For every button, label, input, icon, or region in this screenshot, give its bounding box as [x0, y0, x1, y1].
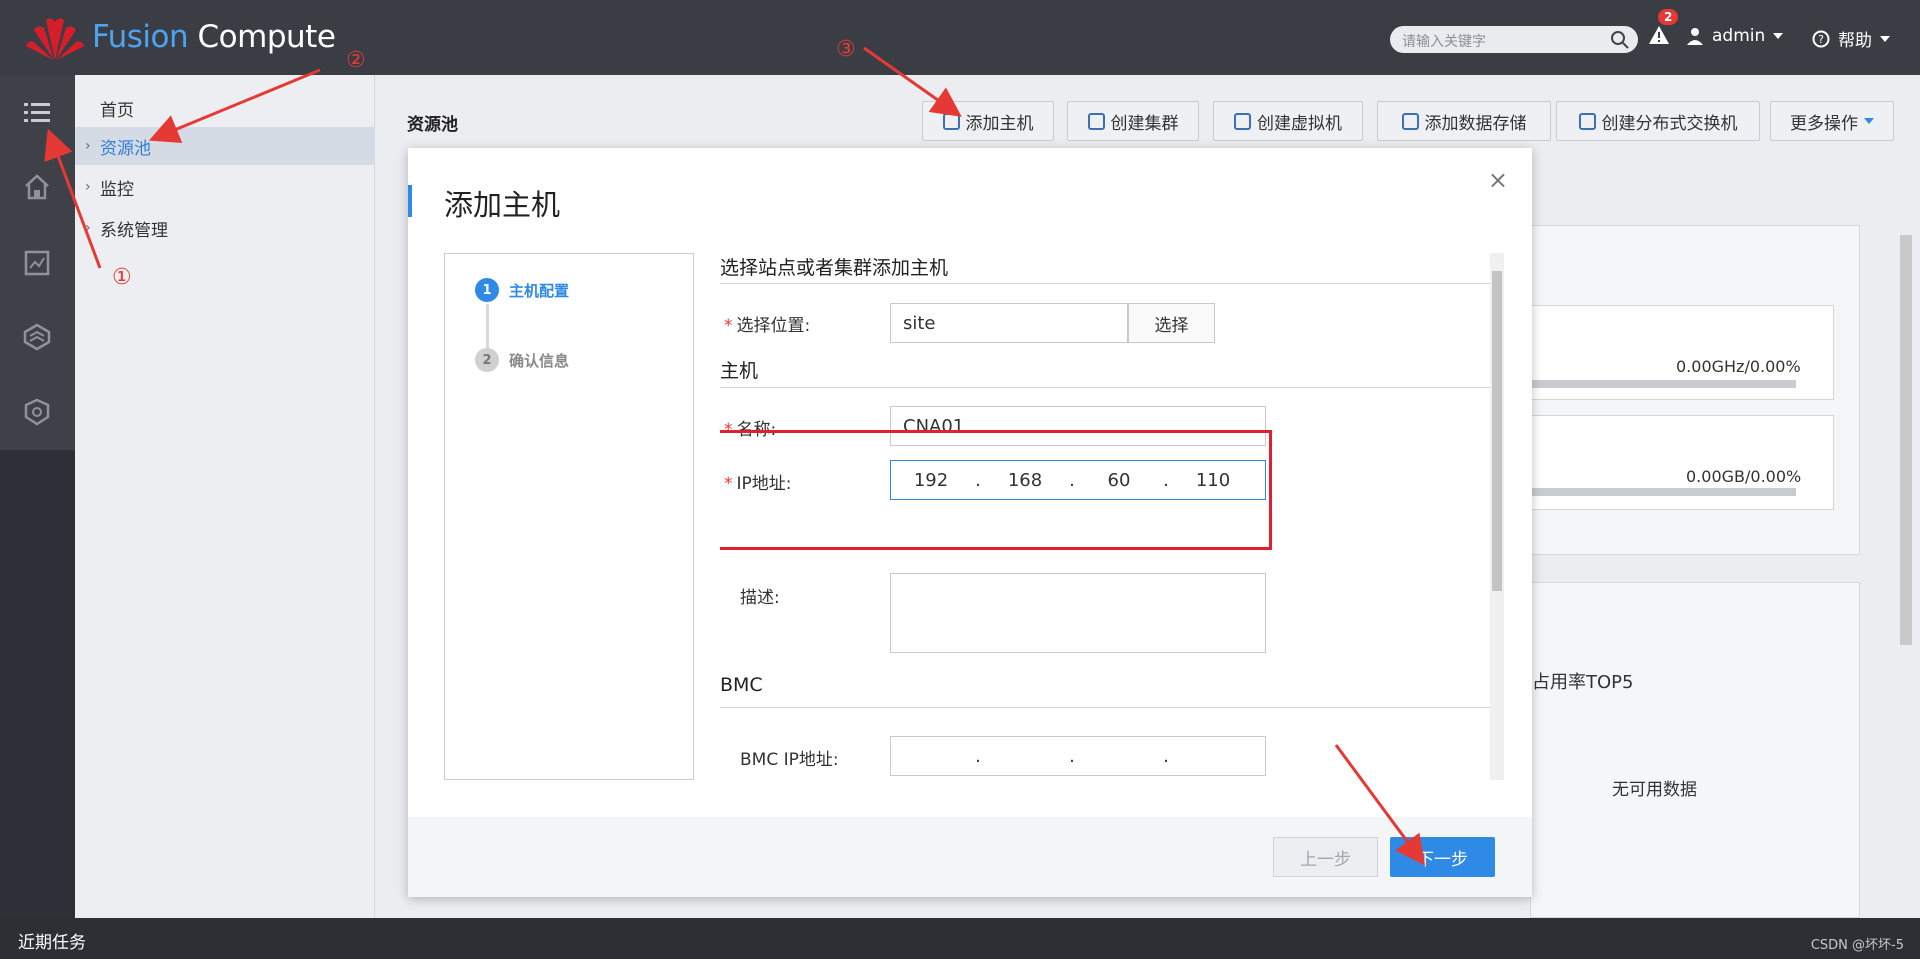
annotation-1: ①: [112, 265, 132, 290]
annotation-arrow-1: [44, 128, 102, 269]
annotation-arrow-2: [148, 68, 321, 144]
annotation-2: ②: [346, 48, 366, 73]
annotation-arrow-3: [863, 46, 962, 117]
annotation-arrows: [44, 46, 1426, 866]
annotation-arrow-next: [1334, 744, 1426, 866]
annotation-3: ③: [836, 37, 856, 62]
